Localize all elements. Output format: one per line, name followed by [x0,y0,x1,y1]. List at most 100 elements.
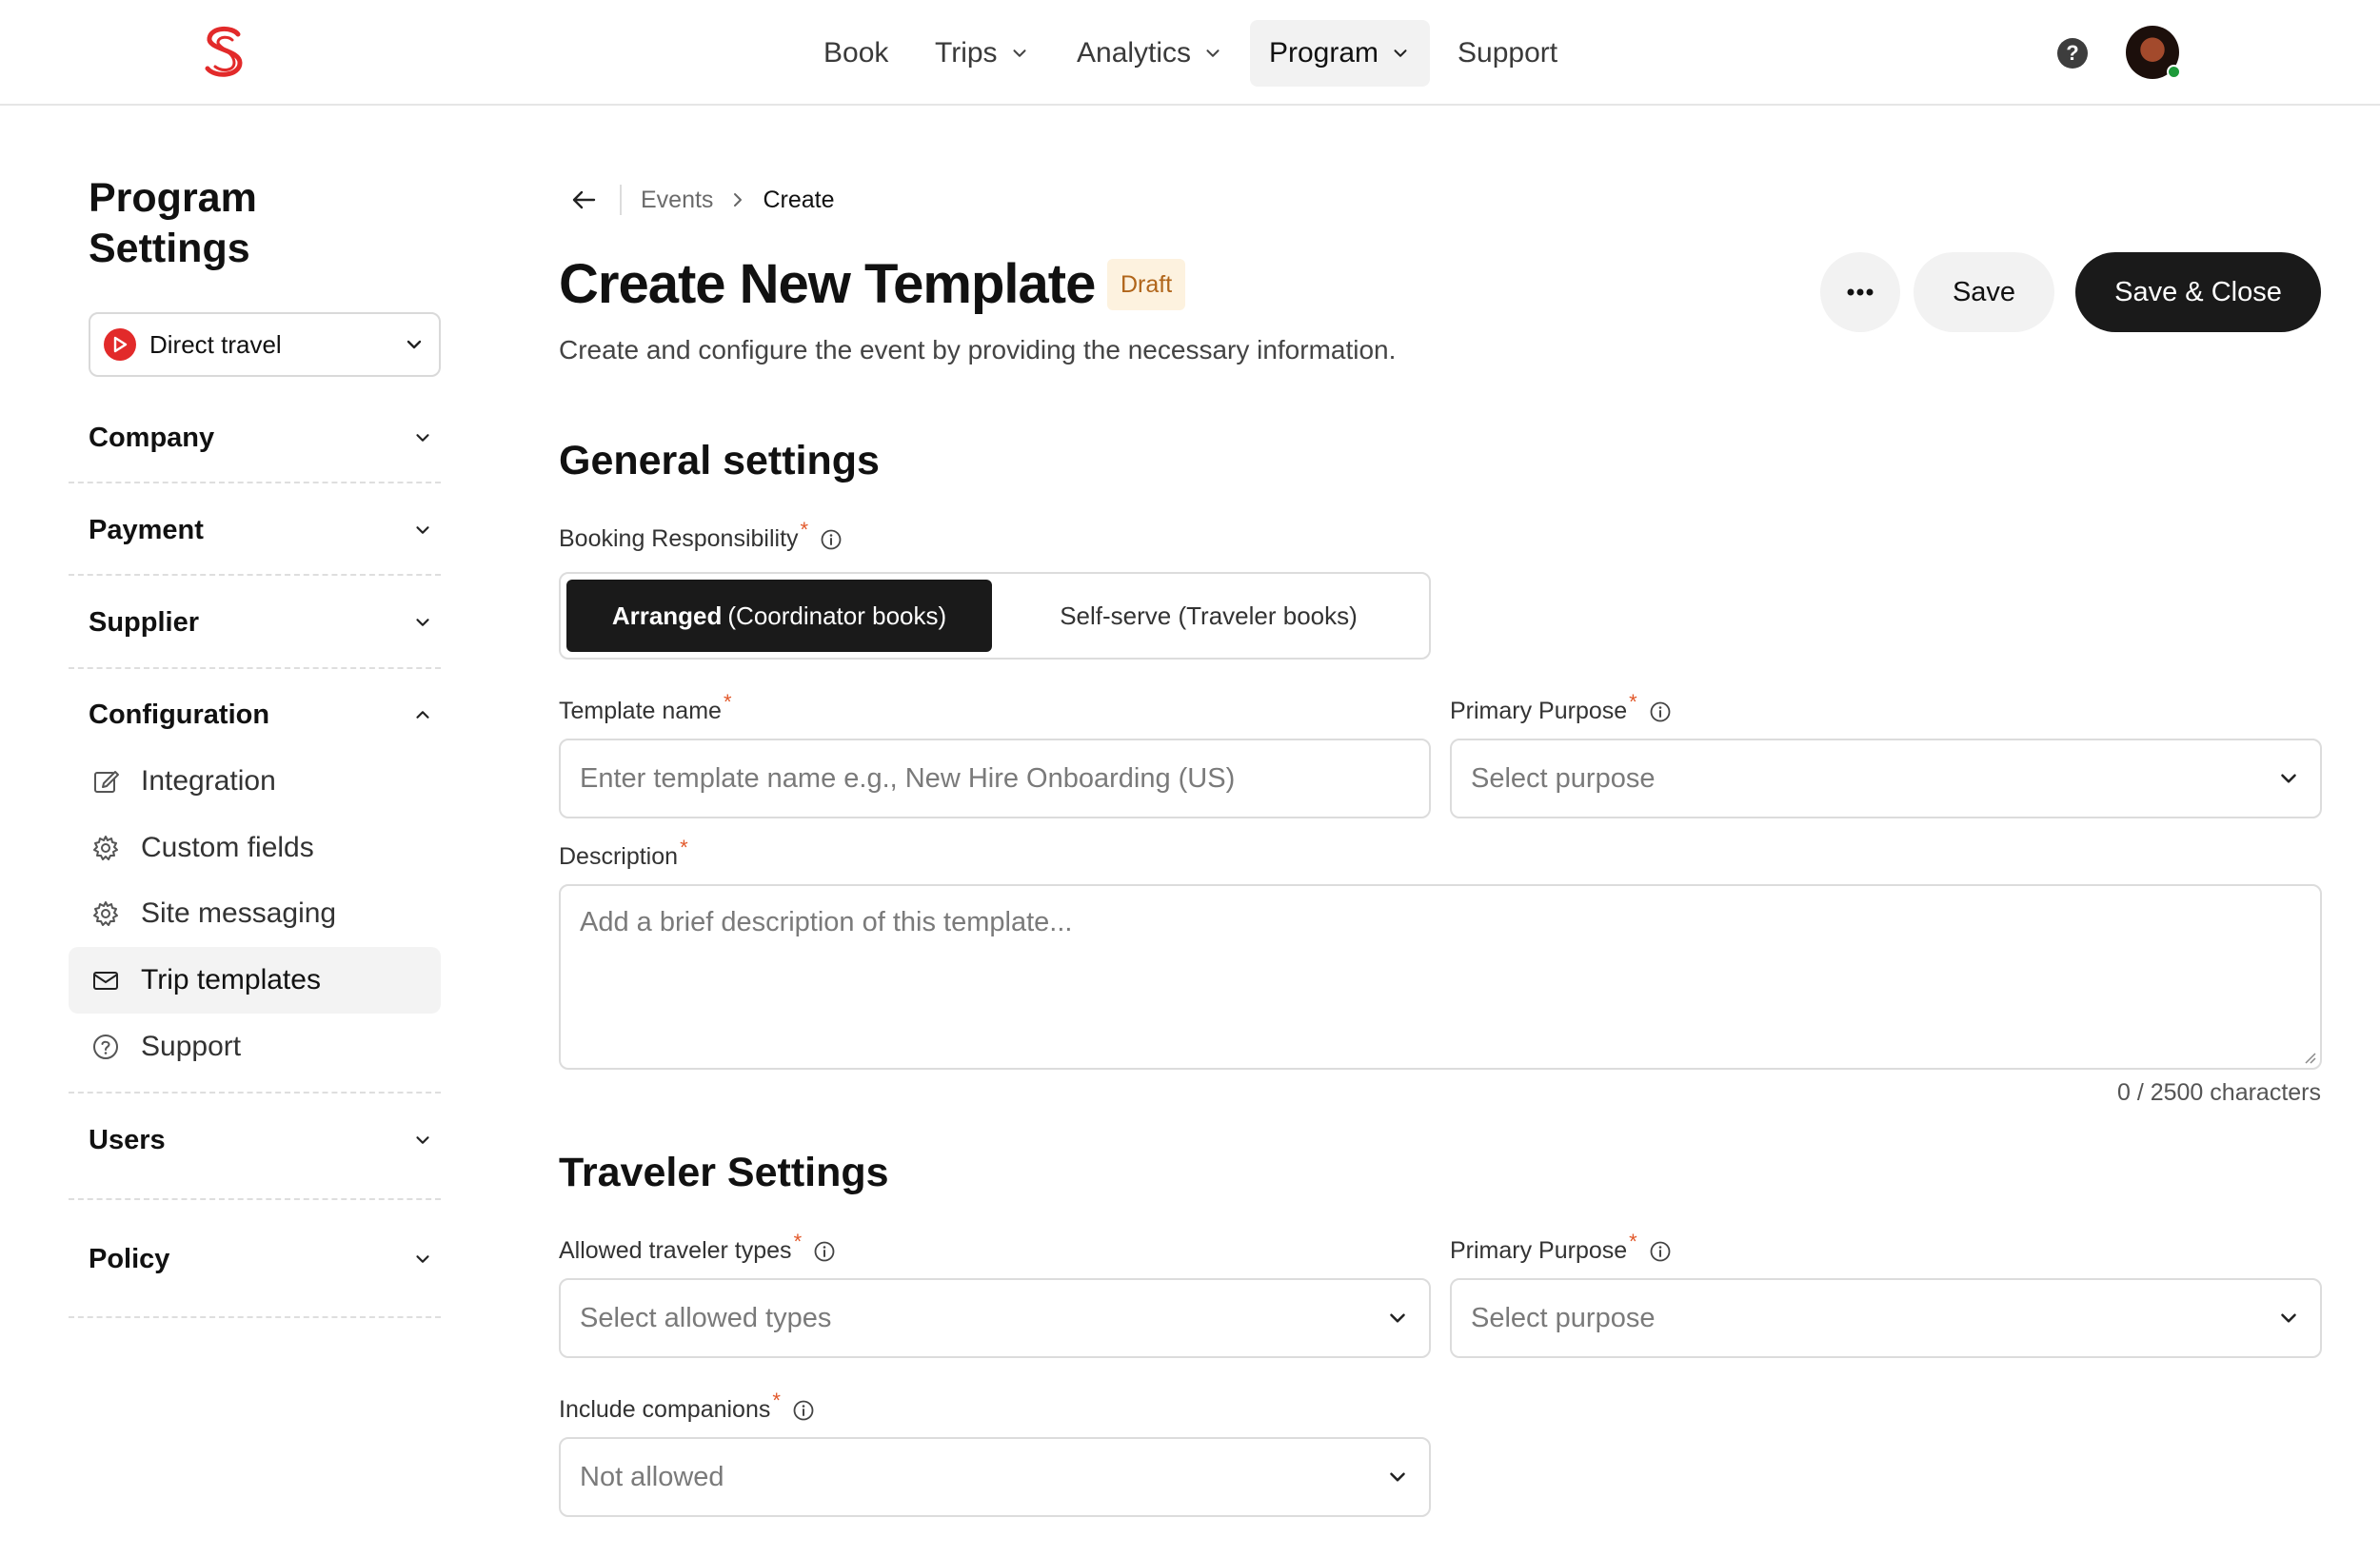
select-value: Not allowed [580,1461,724,1492]
allowed-traveler-types-label: Allowed traveler types * [559,1230,836,1265]
nav-trips[interactable]: Trips [916,20,1049,87]
field-label: Description [559,843,679,870]
traveler-primary-purpose-label: Primary Purpose * [1450,1230,1672,1265]
divider [69,1316,441,1318]
include-companions-select[interactable]: Not allowed [559,1437,1431,1517]
textarea-placeholder: Add a brief description of this template… [580,907,1073,937]
sidebar-section-company[interactable]: Company [89,419,441,457]
info-icon[interactable] [792,1399,815,1422]
sidebar-section-label: Supplier [89,606,200,638]
sidebar-section-label: Configuration [89,699,270,730]
info-icon[interactable] [820,528,843,551]
company-selector[interactable]: Direct travel [89,312,441,377]
info-icon[interactable] [813,1240,836,1263]
field-label: Primary Purpose [1450,698,1628,724]
primary-purpose-select[interactable]: Select purpose [1450,739,2322,818]
mail-icon [93,972,118,990]
sidebar-section-users[interactable]: Users [89,1121,441,1159]
chevron-down-icon [2281,1313,2296,1323]
nav-program-label: Program [1269,37,1379,69]
page-title: Create New Template [559,253,1096,315]
traveler-primary-purpose-select[interactable]: Select purpose [1450,1278,2322,1358]
sidebar-item-label: Site messaging [141,897,337,929]
sidebar-section-supplier[interactable]: Supplier [89,603,441,641]
divider [620,185,622,215]
booking-option-arranged[interactable]: Arranged (Coordinator books) [566,580,992,652]
sidebar-item-label: Custom fields [141,832,314,863]
info-icon[interactable] [1649,700,1672,723]
field-label: Primary Purpose [1450,1237,1628,1264]
input-placeholder: Enter template name e.g., New Hire Onboa… [580,762,1236,794]
sidebar-section-label: Users [89,1124,166,1155]
chevron-down-icon [2281,774,2296,783]
chevron-down-icon [416,434,429,442]
description-textarea[interactable]: Add a brief description of this template… [559,884,2322,1070]
description-label: Description * [559,836,688,871]
chevron-right-icon [734,193,743,207]
nav-analytics[interactable]: Analytics [1058,20,1242,87]
question-circle-icon [93,1035,118,1059]
select-placeholder: Select purpose [1471,762,1656,794]
include-companions-label: Include companions * [559,1389,815,1424]
sidebar-item-integration[interactable]: Integration [69,748,441,815]
chevron-down-icon [416,1255,429,1263]
sidebar-section-policy[interactable]: Policy [89,1240,441,1278]
sidebar-item-site-messaging[interactable]: Site messaging [69,880,441,947]
more-options-button[interactable] [1820,252,1900,332]
company-selector-label: Direct travel [149,329,282,359]
select-placeholder: Select allowed types [580,1302,832,1333]
save-and-close-button[interactable]: Save & Close [2075,252,2321,332]
chevron-up-icon [416,711,429,719]
sidebar-item-support[interactable]: Support [69,1014,441,1080]
booking-responsibility-toggle: Arranged (Coordinator books) Self-serve … [559,572,1431,660]
breadcrumb-events[interactable]: Events [641,187,713,214]
required-marker: * [1629,689,1637,714]
primary-purpose-label: Primary Purpose * [1450,690,1672,725]
chevron-down-icon [1390,1472,1405,1482]
save-button[interactable]: Save [1914,252,2054,332]
resize-handle-icon[interactable] [2301,1049,2316,1064]
gear-icon [93,836,118,860]
nav-program[interactable]: Program [1250,20,1431,87]
chevron-down-icon [416,1136,429,1144]
gear-icon [93,901,118,926]
template-name-input[interactable]: Enter template name e.g., New Hire Onboa… [559,739,1431,818]
character-counter: 0 / 2500 characters [2116,1079,2321,1106]
required-marker: * [723,689,732,714]
online-status-indicator [2167,65,2181,79]
nav-book-label: Book [823,37,889,69]
required-marker: * [772,1388,781,1412]
divider [69,482,441,483]
help-icon[interactable]: ? [2057,38,2088,69]
divider [69,1092,441,1094]
arrow-left-icon[interactable] [568,185,599,215]
section-heading-traveler: Traveler Settings [559,1150,889,1195]
page-subtitle: Create and configure the event by provid… [559,335,1397,365]
top-navigation: Book Trips Analytics Program Support ? [0,0,2380,106]
sidebar-item-trip-templates[interactable]: Trip templates [69,947,441,1014]
nav-support[interactable]: Support [1438,20,1577,87]
breadcrumb: Events Create [568,181,834,219]
breadcrumb-current: Create [763,186,835,213]
nav-book[interactable]: Book [804,20,907,87]
nav-trips-label: Trips [935,37,998,69]
booking-option-self-serve[interactable]: Self-serve (Traveler books) [992,580,1425,652]
chevron-down-icon [416,619,429,626]
chevron-down-icon [1206,49,1220,57]
allowed-traveler-types-select[interactable]: Select allowed types [559,1278,1431,1358]
field-label: Include companions [559,1396,771,1423]
sidebar-section-label: Payment [89,514,204,545]
avatar[interactable] [2126,26,2181,79]
sidebar-item-custom-fields[interactable]: Custom fields [69,815,441,881]
main-nav: Book Trips Analytics Program Support [0,20,2380,87]
nav-analytics-label: Analytics [1077,37,1192,69]
divider [69,667,441,669]
sidebar-section-configuration[interactable]: Configuration [89,696,441,734]
info-icon[interactable] [1649,1240,1672,1263]
sidebar-section-payment[interactable]: Payment [89,511,441,549]
chevron-down-icon [1390,1313,1405,1323]
section-heading-general: General settings [559,438,880,483]
field-label: Template name [559,698,722,724]
edit-icon [94,771,119,793]
sidebar-item-label: Support [141,1031,242,1062]
